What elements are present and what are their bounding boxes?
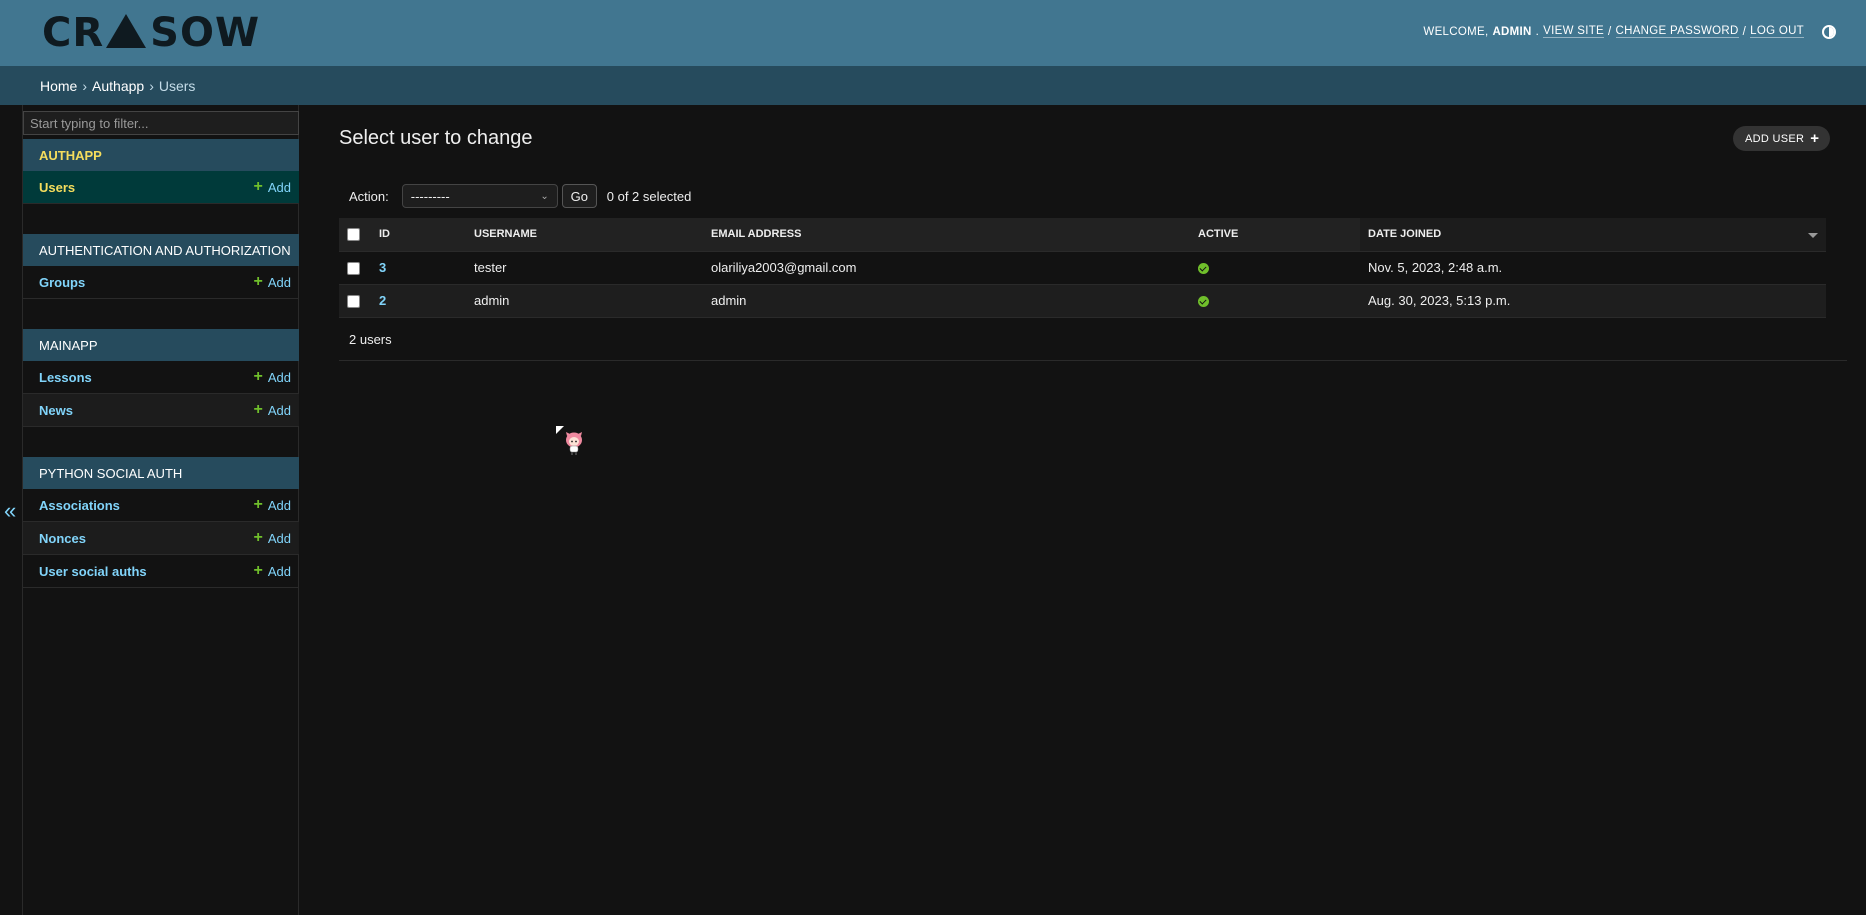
table-row: 3 tester olariliya2003@gmail.com Nov. 5,…: [339, 251, 1826, 285]
sidebar-item-label[interactable]: Associations: [39, 498, 120, 513]
active-yes-icon: [1198, 296, 1209, 308]
module-mainapp: MAINAPP Lessons + Add News + Add: [23, 329, 299, 427]
breadcrumb-separator: ›: [82, 77, 88, 94]
sidebar-item-label[interactable]: Users: [39, 180, 75, 195]
action-select[interactable]: --------- ⌄: [401, 184, 558, 208]
separator: /: [1742, 25, 1747, 38]
add-news-link[interactable]: + Add: [254, 402, 291, 418]
add-users-link[interactable]: + Add: [254, 179, 291, 195]
sidebar: AUTHAPP Users +Add AUTHENTICATION AND AU…: [22, 105, 299, 915]
module-authentication: AUTHENTICATION AND AUTHORIZATION Groups …: [23, 234, 299, 299]
column-header-date-joined[interactable]: DATE JOINED: [1360, 218, 1826, 252]
sidebar-item-label[interactable]: News: [39, 403, 73, 418]
sidebar-item-label[interactable]: Groups: [39, 275, 85, 290]
add-associations-link[interactable]: + Add: [254, 497, 291, 513]
sidebar-item-lessons: Lessons + Add: [23, 361, 299, 394]
chevron-down-icon: ⌄: [540, 190, 549, 202]
view-site-link[interactable]: VIEW SITE: [1543, 25, 1604, 38]
plus-icon: +: [253, 562, 263, 579]
sidebar-item-label[interactable]: Nonces: [39, 531, 86, 546]
breadcrumb-home[interactable]: Home: [40, 78, 77, 94]
sidebar-item-label[interactable]: User social auths: [39, 564, 147, 579]
breadcrumb-separator: ›: [149, 77, 154, 94]
log-out-link[interactable]: LOG OUT: [1750, 25, 1804, 38]
change-password-link[interactable]: CHANGE PASSWORD: [1615, 25, 1739, 38]
site-header: CR SOW WELCOME, ADMIN. VIEW SITE / CHANG…: [0, 0, 1866, 66]
username-label: ADMIN: [1492, 25, 1532, 38]
module-python-social-auth: PYTHON SOCIAL AUTH Associations + Add Non…: [23, 457, 299, 588]
module-header[interactable]: PYTHON SOCIAL AUTH: [23, 457, 299, 489]
module-authapp: AUTHAPP Users + Add: [23, 139, 299, 204]
add-groups-link[interactable]: + Add: [254, 274, 291, 290]
logo-text-right: SOW: [150, 10, 261, 56]
breadcrumb-app[interactable]: Authapp: [92, 78, 144, 94]
module-header[interactable]: AUTHENTICATION AND AUTHORIZATION: [23, 234, 299, 266]
site-logo[interactable]: CR SOW: [42, 10, 261, 56]
module-header[interactable]: AUTHAPP: [23, 139, 299, 171]
email-cell: admin: [703, 284, 1190, 318]
select-all-checkbox[interactable]: [347, 227, 360, 241]
collapse-sidebar-button[interactable]: «: [4, 498, 16, 524]
table-header-row: ID USERNAME EMAIL ADDRESS ACTIVE DATE JO…: [339, 218, 1826, 252]
row-checkbox[interactable]: [347, 295, 360, 309]
plus-icon: +: [253, 496, 263, 513]
username-cell: admin: [466, 284, 703, 318]
selection-counter: 0 of 2 selected: [606, 188, 692, 204]
column-header-id[interactable]: ID: [371, 218, 466, 252]
add-user-social-auths-link[interactable]: + Add: [254, 563, 291, 579]
date-joined-cell: Aug. 30, 2023, 5:13 p.m.: [1360, 284, 1826, 318]
user-tools: WELCOME, ADMIN. VIEW SITE / CHANGE PASSW…: [1423, 25, 1804, 38]
row-checkbox[interactable]: [347, 262, 360, 276]
column-header-email[interactable]: EMAIL ADDRESS: [703, 218, 1190, 252]
plus-icon: +: [253, 401, 263, 418]
action-select-value: ---------: [410, 188, 450, 204]
date-joined-cell: Nov. 5, 2023, 2:48 a.m.: [1360, 251, 1826, 285]
result-count: 2 users: [339, 319, 1847, 361]
add-user-button[interactable]: ADD USER +: [1733, 126, 1831, 151]
breadcrumb: Home › Authapp › Users: [0, 66, 1866, 105]
user-id-link[interactable]: 2: [379, 293, 386, 308]
sidebar-item-users: Users + Add: [23, 171, 299, 204]
plus-icon: +: [253, 273, 263, 290]
desktop-pet-icon: [566, 432, 582, 455]
logo-text-left: CR: [42, 10, 105, 56]
nav-filter-input[interactable]: [23, 111, 299, 135]
go-button[interactable]: Go: [561, 184, 597, 208]
sort-descending-icon[interactable]: [1808, 233, 1818, 238]
plus-icon: +: [253, 529, 263, 546]
add-lessons-link[interactable]: + Add: [254, 369, 291, 385]
column-header-label: DATE JOINED: [1368, 228, 1442, 241]
logo-triangle-icon: [106, 14, 147, 48]
add-nonces-link[interactable]: + Add: [254, 530, 291, 546]
sidebar-item-label[interactable]: Lessons: [39, 370, 92, 385]
sidebar-item-user-social-auths: User social auths + Add: [23, 555, 299, 588]
select-all-cell: [339, 218, 371, 252]
welcome-text: WELCOME,: [1423, 25, 1489, 38]
plus-icon: +: [253, 178, 263, 195]
module-header[interactable]: MAINAPP: [23, 329, 299, 361]
page-title: Select user to change: [339, 127, 533, 149]
actions-bar: Action: --------- ⌄ Go 0 of 2 selected: [349, 184, 691, 208]
table-row: 2 admin admin Aug. 30, 2023, 5:13 p.m.: [339, 284, 1826, 318]
active-yes-icon: [1198, 263, 1209, 275]
column-header-active[interactable]: ACTIVE: [1190, 218, 1360, 252]
email-cell: olariliya2003@gmail.com: [703, 251, 1190, 285]
theme-toggle-icon[interactable]: [1822, 25, 1836, 39]
action-label: Action:: [349, 188, 389, 204]
add-user-label: ADD USER: [1745, 132, 1805, 145]
result-table: ID USERNAME EMAIL ADDRESS ACTIVE DATE JO…: [339, 218, 1826, 318]
sidebar-item-associations: Associations + Add: [23, 489, 299, 522]
sidebar-item-nonces: Nonces + Add: [23, 522, 299, 555]
separator: /: [1608, 25, 1612, 38]
user-id-link[interactable]: 3: [379, 260, 386, 275]
username-cell: tester: [466, 251, 703, 285]
sidebar-item-news: News + Add: [23, 394, 299, 427]
sidebar-item-groups: Groups + Add: [23, 266, 299, 299]
column-header-username[interactable]: USERNAME: [466, 218, 703, 252]
breadcrumb-current: Users: [158, 77, 196, 94]
plus-icon: +: [253, 368, 263, 385]
plus-icon: +: [1810, 130, 1820, 147]
